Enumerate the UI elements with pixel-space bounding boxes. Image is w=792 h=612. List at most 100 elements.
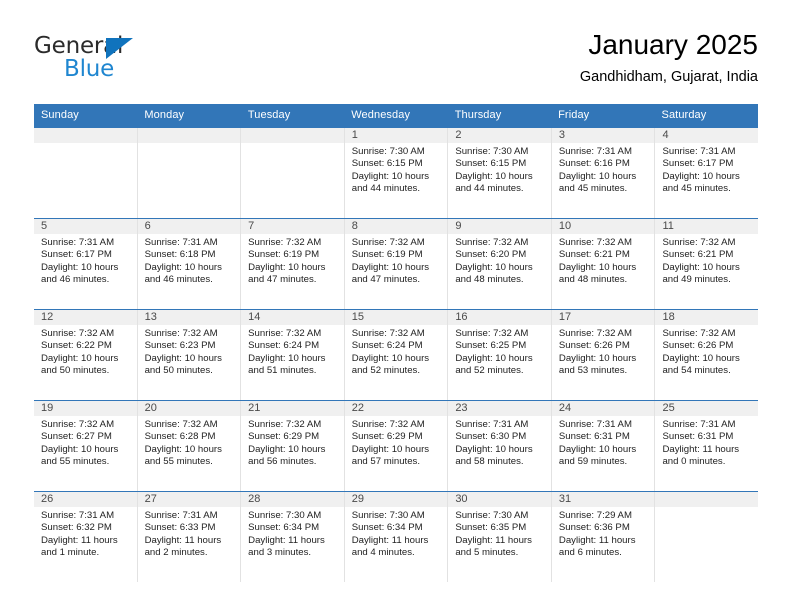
day-cell[interactable]: 30 Sunrise: 7:30 AM Sunset: 6:35 PM Dayl… (448, 492, 552, 582)
day-number: 9 (448, 219, 551, 234)
day-number: 29 (344, 492, 448, 507)
daylight-text-line1: Daylight: 10 hours (144, 261, 222, 273)
day-details: Sunrise: 7:31 AM Sunset: 6:32 PM Dayligh… (34, 507, 137, 560)
sunset-text: Sunset: 6:22 PM (41, 340, 112, 352)
daylight-text-line2: and 4 minutes. (351, 547, 415, 559)
day-cell[interactable]: 21 Sunrise: 7:32 AM Sunset: 6:29 PM Dayl… (241, 401, 345, 491)
day-cell[interactable]: 20 Sunrise: 7:32 AM Sunset: 6:28 PM Dayl… (137, 401, 242, 491)
day-number: 1 (344, 128, 448, 143)
day-details: Sunrise: 7:31 AM Sunset: 6:18 PM Dayligh… (138, 234, 241, 287)
day-cell[interactable]: 5 Sunrise: 7:31 AM Sunset: 6:17 PM Dayli… (34, 219, 138, 309)
day-cell[interactable]: 3 Sunrise: 7:31 AM Sunset: 6:16 PM Dayli… (551, 128, 656, 218)
sunrise-text: Sunrise: 7:32 AM (41, 328, 115, 339)
day-cell[interactable]: 2 Sunrise: 7:30 AM Sunset: 6:15 PM Dayli… (448, 128, 552, 218)
day-cell[interactable]: 18 Sunrise: 7:32 AM Sunset: 6:26 PM Dayl… (655, 310, 759, 400)
day-cell[interactable] (655, 492, 759, 582)
sunrise-text: Sunrise: 7:32 AM (351, 419, 425, 430)
day-details: Sunrise: 7:30 AM Sunset: 6:15 PM Dayligh… (345, 143, 448, 196)
day-details: Sunrise: 7:31 AM Sunset: 6:31 PM Dayligh… (655, 416, 758, 469)
day-cell[interactable]: 24 Sunrise: 7:31 AM Sunset: 6:31 PM Dayl… (551, 401, 656, 491)
day-cell[interactable]: 13 Sunrise: 7:32 AM Sunset: 6:23 PM Dayl… (137, 310, 242, 400)
day-cell[interactable] (34, 128, 138, 218)
day-cell[interactable]: 17 Sunrise: 7:32 AM Sunset: 6:26 PM Dayl… (551, 310, 656, 400)
sunset-text: Sunset: 6:34 PM (351, 522, 423, 534)
daylight-text-line1: Daylight: 11 hours (248, 534, 325, 546)
day-cell[interactable]: 27 Sunrise: 7:31 AM Sunset: 6:33 PM Dayl… (137, 492, 242, 582)
day-cell[interactable]: 14 Sunrise: 7:32 AM Sunset: 6:24 PM Dayl… (241, 310, 345, 400)
day-cell[interactable]: 8 Sunrise: 7:32 AM Sunset: 6:19 PM Dayli… (344, 219, 449, 309)
daylight-text-line2: and 58 minutes. (455, 456, 524, 468)
day-cell[interactable] (137, 128, 242, 218)
day-cell[interactable]: 19 Sunrise: 7:32 AM Sunset: 6:27 PM Dayl… (34, 401, 138, 491)
day-details: Sunrise: 7:32 AM Sunset: 6:28 PM Dayligh… (138, 416, 241, 469)
daylight-text-line1: Daylight: 10 hours (662, 261, 740, 273)
day-number: 26 (34, 492, 137, 507)
sunrise-text: Sunrise: 7:32 AM (455, 237, 529, 248)
day-cell[interactable]: 4 Sunrise: 7:31 AM Sunset: 6:17 PM Dayli… (655, 128, 759, 218)
day-details: Sunrise: 7:32 AM Sunset: 6:19 PM Dayligh… (241, 234, 344, 287)
sunset-text: Sunset: 6:20 PM (455, 249, 527, 261)
day-cell[interactable]: 25 Sunrise: 7:31 AM Sunset: 6:31 PM Dayl… (655, 401, 759, 491)
day-cell[interactable]: 28 Sunrise: 7:30 AM Sunset: 6:34 PM Dayl… (241, 492, 345, 582)
day-cell[interactable]: 1 Sunrise: 7:30 AM Sunset: 6:15 PM Dayli… (344, 128, 449, 218)
day-cell[interactable]: 15 Sunrise: 7:32 AM Sunset: 6:24 PM Dayl… (344, 310, 449, 400)
day-details: Sunrise: 7:31 AM Sunset: 6:30 PM Dayligh… (448, 416, 551, 469)
weekday-header-row: Sunday Monday Tuesday Wednesday Thursday… (34, 104, 758, 127)
weekday-header-monday: Monday (144, 109, 185, 121)
sunrise-text: Sunrise: 7:32 AM (351, 328, 425, 339)
day-number: 22 (344, 401, 448, 416)
sunset-text: Sunset: 6:26 PM (662, 340, 734, 352)
day-number: 31 (551, 492, 655, 507)
day-number: 17 (551, 310, 655, 325)
daylight-text-line2: and 6 minutes. (558, 547, 622, 559)
day-cell[interactable]: 9 Sunrise: 7:32 AM Sunset: 6:20 PM Dayli… (448, 219, 552, 309)
day-number (655, 492, 759, 507)
daylight-text-line1: Daylight: 10 hours (662, 352, 740, 364)
sunset-text: Sunset: 6:29 PM (248, 431, 320, 443)
sunrise-text: Sunrise: 7:32 AM (144, 328, 218, 339)
daylight-text-line1: Daylight: 10 hours (558, 443, 637, 455)
calendar-week-row: 19 Sunrise: 7:32 AM Sunset: 6:27 PM Dayl… (34, 400, 759, 491)
day-number: 14 (241, 310, 344, 325)
daylight-text-line2: and 57 minutes. (351, 456, 421, 468)
day-details: Sunrise: 7:32 AM Sunset: 6:19 PM Dayligh… (345, 234, 448, 287)
daylight-text-line1: Daylight: 10 hours (41, 443, 119, 455)
sunrise-text: Sunrise: 7:31 AM (41, 510, 115, 521)
day-cell[interactable]: 11 Sunrise: 7:32 AM Sunset: 6:21 PM Dayl… (655, 219, 759, 309)
sunset-text: Sunset: 6:21 PM (662, 249, 734, 261)
day-cell[interactable]: 23 Sunrise: 7:31 AM Sunset: 6:30 PM Dayl… (448, 401, 552, 491)
day-number (34, 128, 137, 143)
day-number: 19 (34, 401, 137, 416)
sunrise-text: Sunrise: 7:31 AM (455, 419, 529, 430)
weekday-header-friday: Friday (558, 109, 590, 121)
day-cell[interactable]: 10 Sunrise: 7:32 AM Sunset: 6:21 PM Dayl… (551, 219, 656, 309)
daylight-text-line1: Daylight: 10 hours (558, 352, 637, 364)
day-details: Sunrise: 7:30 AM Sunset: 6:34 PM Dayligh… (345, 507, 448, 560)
daylight-text-line2: and 44 minutes. (455, 183, 524, 195)
day-cell[interactable]: 26 Sunrise: 7:31 AM Sunset: 6:32 PM Dayl… (34, 492, 138, 582)
sunset-text: Sunset: 6:34 PM (248, 522, 320, 534)
generalblue-logo[interactable]: General Blue (34, 33, 234, 89)
sunrise-text: Sunrise: 7:31 AM (144, 237, 218, 248)
sunset-text: Sunset: 6:31 PM (662, 431, 734, 443)
day-number: 11 (655, 219, 759, 234)
day-cell[interactable]: 6 Sunrise: 7:31 AM Sunset: 6:18 PM Dayli… (137, 219, 242, 309)
day-details (241, 143, 344, 146)
day-cell[interactable]: 22 Sunrise: 7:32 AM Sunset: 6:29 PM Dayl… (344, 401, 449, 491)
calendar-week-row: 26 Sunrise: 7:31 AM Sunset: 6:32 PM Dayl… (34, 491, 759, 582)
sunrise-text: Sunrise: 7:32 AM (662, 237, 736, 248)
day-cell[interactable] (241, 128, 345, 218)
day-number: 13 (137, 310, 241, 325)
day-cell[interactable]: 16 Sunrise: 7:32 AM Sunset: 6:25 PM Dayl… (448, 310, 552, 400)
day-cell[interactable]: 31 Sunrise: 7:29 AM Sunset: 6:36 PM Dayl… (551, 492, 656, 582)
day-number: 16 (448, 310, 551, 325)
day-cell[interactable]: 7 Sunrise: 7:32 AM Sunset: 6:19 PM Dayli… (241, 219, 345, 309)
page-title: January 2025 (588, 29, 758, 60)
day-details (138, 143, 241, 146)
day-cell[interactable]: 12 Sunrise: 7:32 AM Sunset: 6:22 PM Dayl… (34, 310, 138, 400)
day-number: 30 (448, 492, 551, 507)
daylight-text-line1: Daylight: 10 hours (351, 443, 430, 455)
day-cell[interactable]: 29 Sunrise: 7:30 AM Sunset: 6:34 PM Dayl… (344, 492, 449, 582)
sunset-text: Sunset: 6:19 PM (248, 249, 320, 261)
sunset-text: Sunset: 6:32 PM (41, 522, 112, 534)
